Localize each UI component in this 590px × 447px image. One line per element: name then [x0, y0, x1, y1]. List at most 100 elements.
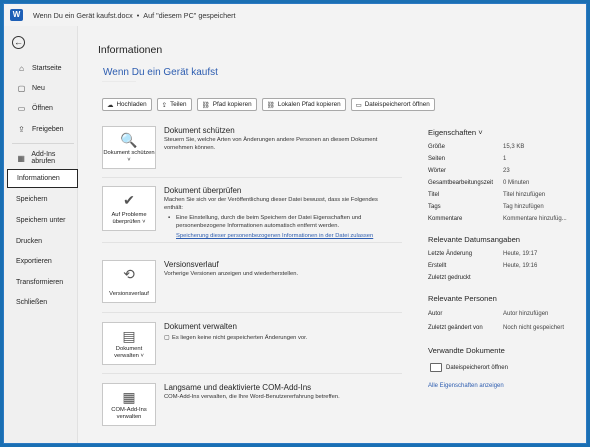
info-pane: Informationen Wenn Du ein Gerät kaufst ☁…	[79, 26, 586, 443]
lock-document-icon: 🔍	[120, 132, 138, 148]
allow-personal-info-link[interactable]: Speicherung dieser personenbezogenen Inf…	[176, 233, 373, 239]
add-comments-field[interactable]: Kommentare hinzufüg...	[503, 215, 567, 223]
person-value: Noch nicht gespeichert	[503, 325, 565, 331]
title-bar: W Wenn Du ein Gerät kaufst.docx • Auf "d…	[4, 4, 586, 26]
sidebar-item-exportieren[interactable]: Exportieren	[7, 252, 78, 270]
share-icon: ⇪	[18, 124, 25, 134]
add-author-field[interactable]: Autor hinzufügen	[503, 310, 548, 318]
upload-button[interactable]: ☁ Hochladen	[102, 98, 152, 111]
copy-local-path-button[interactable]: ⛓ Lokalen Pfad kopieren	[261, 98, 346, 111]
protect-document-button[interactable]: 🔍 Dokument schützen ˅	[102, 126, 156, 169]
sidebar-item-neu[interactable]: ▢ Neu	[7, 79, 78, 97]
save-status: Auf "diesem PC" gespeichert	[143, 10, 236, 20]
com-addins-button-label: COM-Add-Ins verwalten	[111, 407, 147, 420]
add-title-field[interactable]: Titel hinzufügen	[503, 191, 545, 199]
check-for-issues-button-label: Auf Probleme überprüfen ˅	[111, 212, 147, 225]
sidebar-item-startseite[interactable]: ⌂ Startseite	[7, 59, 78, 77]
sidebar-item-label: Speichern	[16, 195, 48, 203]
manage-document-button[interactable]: ▤ Dokument verwalten ˅	[102, 322, 156, 365]
folder-open-icon: ▭	[17, 103, 26, 113]
person-row: Zuletzt geändert von Noch nicht gespeich…	[428, 324, 584, 332]
version-history-button[interactable]: ⟲ Versionsverlauf	[102, 260, 156, 303]
manage-document-button-label: Dokument verwalten ˅	[114, 346, 144, 359]
link-icon: ⛓	[201, 101, 210, 109]
document-title: Wenn Du ein Gerät kaufst	[103, 67, 218, 78]
sidebar-item-informationen[interactable]: Informationen	[7, 169, 78, 188]
property-row: Tags Tag hinzufügen	[428, 203, 584, 211]
property-label: Tags	[428, 204, 441, 210]
section-divider	[102, 373, 402, 374]
sidebar-item-label: Transformieren	[16, 278, 64, 286]
date-row: Zuletzt gedruckt	[428, 274, 584, 282]
com-addins-heading: Langsame und deaktivierte COM-Add-Ins	[164, 383, 312, 392]
manage-document-icon: ▤	[122, 328, 136, 344]
com-addins-button[interactable]: ▦ COM-Add-Ins verwalten	[102, 383, 156, 426]
copy-path-button-label: Pfad kopieren	[212, 101, 252, 108]
sidebar-item-transformieren[interactable]: Transformieren	[7, 273, 78, 291]
folder-icon: ▭	[355, 101, 362, 109]
open-file-location-label: Dateispeicherort öffnen	[446, 364, 508, 371]
cloud-upload-icon: ☁	[107, 101, 114, 109]
backstage-sidebar: ← ⌂ Startseite ▢ Neu ▭ Öffnen ⇪ Freigebe…	[4, 26, 78, 443]
share-button-label: Teilen	[170, 101, 187, 108]
people-heading: Relevante Personen	[428, 294, 497, 303]
inspect-document-description: Machen Sie sich vor der Veröffentlichung…	[164, 197, 378, 211]
date-value: Heute, 19:17	[503, 251, 538, 257]
person-label: Zuletzt geändert von	[428, 325, 483, 331]
document-icon: ▢	[164, 335, 170, 341]
copy-local-path-button-label: Lokalen Pfad kopieren	[277, 101, 341, 108]
sidebar-item-label: Informationen	[17, 175, 60, 182]
property-row: Größe 15,3 KB	[428, 143, 584, 151]
inspect-bullet-text: Eine Einstellung, durch die beim Speiche…	[176, 215, 362, 229]
copy-path-button[interactable]: ⛓ Pfad kopieren	[196, 98, 257, 111]
word-window: W Wenn Du ein Gerät kaufst.docx • Auf "d…	[3, 3, 587, 444]
check-for-issues-button[interactable]: ✔ Auf Probleme überprüfen ˅	[102, 186, 156, 231]
upload-button-label: Hochladen	[116, 101, 147, 108]
sidebar-item-label: Drucken	[16, 237, 43, 245]
sidebar-item-label: Speichern unter	[16, 216, 66, 224]
file-actions-bar: ☁ Hochladen ⇪ Teilen ⛓ Pfad kopieren ⛓ L…	[102, 98, 435, 111]
property-row: Seiten 1	[428, 155, 584, 163]
sidebar-item-label: Freigeben	[32, 125, 64, 133]
property-row: Wörter 23	[428, 167, 584, 175]
open-file-location-link[interactable]: Dateispeicherort öffnen	[430, 363, 508, 372]
properties-dropdown[interactable]: Eigenschaften ˅	[428, 128, 483, 137]
open-file-location-button[interactable]: ▭ Dateispeicherort öffnen	[350, 98, 435, 111]
property-label: Titel	[428, 192, 440, 198]
sidebar-item-freigeben[interactable]: ⇪ Freigeben	[7, 120, 78, 138]
sidebar-item-label: Exportieren	[16, 257, 52, 265]
property-row: Gesamtbearbeitungszeit 0 Minuten	[428, 179, 584, 187]
back-arrow-icon[interactable]: ←	[12, 36, 25, 49]
sidebar-divider	[12, 143, 74, 144]
manage-document-status-text: Es liegen keine nicht gespeicherten Ände…	[172, 335, 308, 341]
new-document-icon: ▢	[17, 83, 26, 93]
sidebar-item-schliessen[interactable]: Schließen	[7, 293, 78, 311]
section-divider	[102, 177, 402, 178]
protect-document-description: Steuern Sie, welche Arten von Änderungen…	[164, 137, 378, 151]
date-label: Erstellt	[428, 263, 447, 269]
show-all-properties-link[interactable]: Alle Eigenschaften anzeigen	[428, 383, 504, 389]
sidebar-item-oeffnen[interactable]: ▭ Öffnen	[7, 99, 78, 117]
manage-document-heading: Dokument verwalten	[164, 322, 237, 331]
history-icon: ⟲	[123, 266, 135, 282]
protect-document-button-label: Dokument schützen ˅	[103, 150, 155, 163]
section-divider	[102, 312, 402, 313]
share-button[interactable]: ⇪ Teilen	[156, 98, 192, 111]
property-label: Größe	[428, 144, 446, 150]
word-icon: W	[10, 9, 26, 21]
home-icon: ⌂	[19, 63, 24, 73]
check-document-icon: ✔	[123, 192, 135, 208]
share-icon: ⇪	[161, 101, 168, 109]
property-label: Seiten	[428, 156, 446, 162]
sidebar-item-speichern-unter[interactable]: Speichern unter	[7, 211, 78, 229]
property-label: Kommentare	[428, 216, 463, 222]
date-row: Erstellt Heute, 19:16	[428, 262, 584, 270]
date-value: Heute, 19:16	[503, 263, 538, 269]
sidebar-item-addins[interactable]: ▦ Add-Ins abrufen	[7, 149, 78, 167]
property-label: Wörter	[428, 168, 446, 174]
sidebar-item-speichern[interactable]: Speichern	[7, 190, 78, 208]
sidebar-item-drucken[interactable]: Drucken	[7, 232, 78, 250]
add-tag-field[interactable]: Tag hinzufügen	[503, 203, 544, 211]
person-row: Autor Autor hinzufügen	[428, 310, 584, 318]
sidebar-item-label: Schließen	[16, 298, 48, 306]
